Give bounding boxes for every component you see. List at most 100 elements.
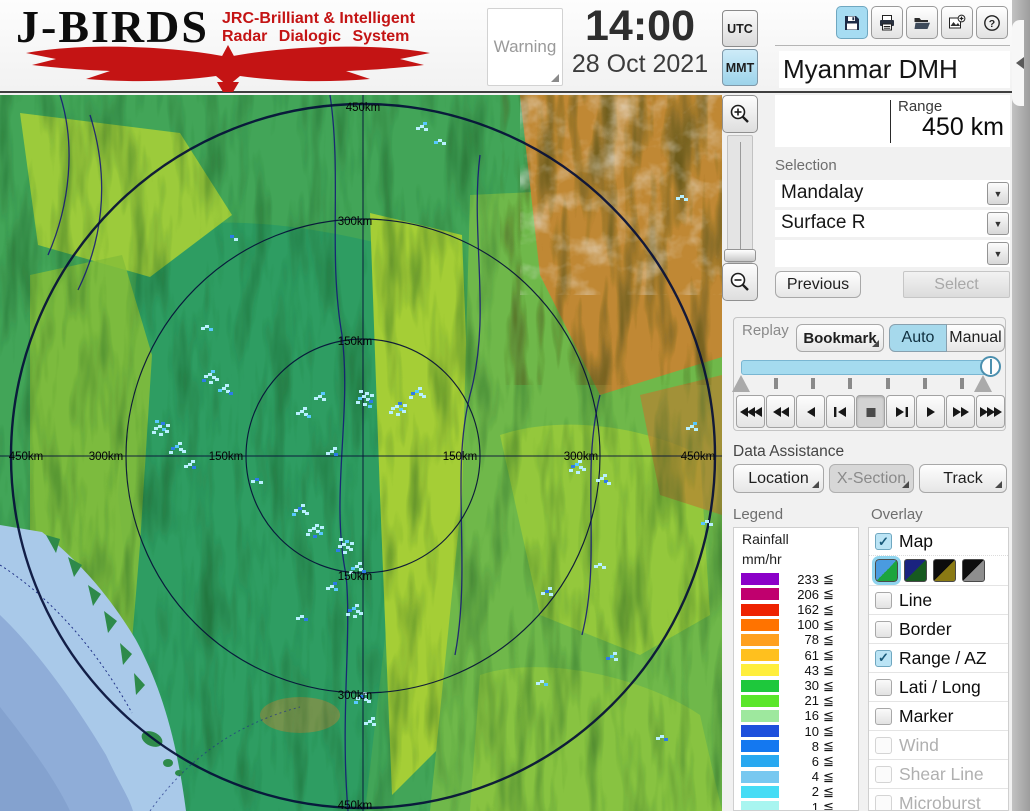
overlay-item-label: Border xyxy=(899,618,952,639)
play-button[interactable] xyxy=(916,395,945,428)
precipitation-cell xyxy=(209,328,213,331)
checkbox-line[interactable] xyxy=(875,591,892,609)
replay-slider-handle[interactable] xyxy=(980,356,1001,377)
replay-slider-track[interactable] xyxy=(741,360,993,375)
option-dropdown-button[interactable]: ▼ xyxy=(987,242,1009,265)
range-ring-label: 300km xyxy=(89,451,124,463)
fast-forward-2-button[interactable] xyxy=(946,395,975,428)
warning-button[interactable]: Warning xyxy=(487,8,563,86)
manual-button[interactable]: Manual xyxy=(947,324,1005,352)
checkbox-range-az[interactable]: ✓ xyxy=(875,649,892,667)
legend-threshold-symbol: ≦ xyxy=(823,753,834,769)
range-ring-label: 450km xyxy=(9,451,44,463)
location-button[interactable]: Location xyxy=(733,464,824,493)
mmt-button[interactable]: MMT xyxy=(722,49,758,86)
map-style-swatch-1[interactable] xyxy=(872,556,901,585)
legend-row: 4 ≦ xyxy=(734,769,858,784)
previous-button[interactable]: Previous xyxy=(775,271,861,298)
overlay-item-label: Marker xyxy=(899,705,954,726)
precipitation-cell xyxy=(363,403,367,406)
stop-button[interactable] xyxy=(856,395,885,428)
zoom-slider-handle[interactable] xyxy=(724,249,756,262)
station-dropdown[interactable]: Mandalay ▼ xyxy=(775,180,1010,207)
bookmark-button[interactable]: Bookmark xyxy=(796,324,884,352)
station-name: Myanmar DMH xyxy=(779,51,1010,88)
header-separator xyxy=(775,45,1010,46)
product-dropdown[interactable]: Surface R ▼ xyxy=(775,210,1010,237)
checkbox-marker[interactable] xyxy=(875,707,892,725)
zoom-slider-track[interactable] xyxy=(727,135,753,263)
precipitation-cell xyxy=(694,428,698,431)
open-folder-icon xyxy=(914,17,930,29)
open-folder-button[interactable] xyxy=(906,6,938,39)
help-button[interactable]: ? xyxy=(976,6,1008,39)
legend-rows: 233 ≦ 206 ≦ 162 ≦ 100 ≦ 78 ≦ 61 ≦ 43 ≦ 3… xyxy=(734,571,858,810)
precipitation-cell xyxy=(204,375,208,378)
replay-range-start-marker[interactable] xyxy=(732,375,750,392)
legend-row: 2 ≦ xyxy=(734,784,858,799)
add-image-button[interactable] xyxy=(941,6,973,39)
precipitation-cell xyxy=(701,522,705,525)
zoom-out-button[interactable] xyxy=(722,263,758,301)
overlay-row-map: ✓ Map xyxy=(869,528,1008,555)
precipitation-cell xyxy=(359,390,363,393)
precipitation-cell xyxy=(178,442,182,445)
legend-color-swatch xyxy=(741,709,779,722)
track-button[interactable]: Track xyxy=(919,464,1007,493)
chevron-down-icon: ▼ xyxy=(993,188,1003,199)
save-button[interactable] xyxy=(836,6,868,39)
print-button[interactable] xyxy=(871,6,903,39)
precipitation-cell xyxy=(234,238,238,241)
replay-range-end-marker[interactable] xyxy=(974,375,992,392)
step-back-button[interactable] xyxy=(826,395,855,428)
legend-row: 233 ≦ xyxy=(734,571,858,587)
play-reverse-button[interactable] xyxy=(796,395,825,428)
print-icon xyxy=(880,14,894,30)
clock-time: 14:00 xyxy=(585,2,695,50)
product-dropdown-button[interactable]: ▼ xyxy=(987,212,1009,235)
option-dropdown[interactable]: ▼ xyxy=(775,240,1010,267)
map-style-swatch-2[interactable] xyxy=(904,559,927,582)
precipitation-cell xyxy=(582,468,586,471)
utc-button[interactable]: UTC xyxy=(722,10,758,47)
overlay-item-label: Wind xyxy=(899,734,939,755)
clock: 14:00 28 Oct 2021 xyxy=(565,2,715,79)
step-forward-button[interactable] xyxy=(886,395,915,428)
auto-button[interactable]: Auto xyxy=(889,324,947,352)
zoom-in-icon xyxy=(730,104,749,123)
legend-value: 6 xyxy=(811,753,819,769)
zoom-in-button[interactable] xyxy=(722,95,758,133)
x-section-button[interactable]: X-Section xyxy=(829,464,914,493)
precipitation-cell xyxy=(569,469,573,472)
legend-value: 30 xyxy=(804,678,819,693)
precipitation-cell xyxy=(549,593,553,596)
select-button[interactable]: Select xyxy=(903,271,1010,298)
precipitation-cell xyxy=(182,450,186,453)
checkbox-border[interactable] xyxy=(875,620,892,638)
map-style-swatch-3[interactable] xyxy=(933,559,956,582)
legend-value: 100 xyxy=(797,617,819,633)
checkbox-lati-long[interactable] xyxy=(875,678,892,696)
radar-map[interactable]: 450km 300km 150km 150km 300km 450km 450km 300km… xyxy=(0,94,722,811)
precipitation-cell xyxy=(211,370,215,373)
replay-slider-ticks xyxy=(741,378,993,392)
fast-rewind-3-icon xyxy=(739,406,762,417)
checkbox-map[interactable]: ✓ xyxy=(875,533,892,550)
map-style-swatch-4[interactable] xyxy=(962,559,985,582)
precipitation-cell xyxy=(330,585,334,588)
precipitation-cell xyxy=(358,562,362,565)
precipitation-cell xyxy=(318,395,322,398)
header: J-BIRDS JRC-Brilliant & Intelligent Rada… xyxy=(0,0,1030,93)
precipitation-cell xyxy=(259,481,263,484)
panel-edge-scrollbar[interactable] xyxy=(1012,0,1030,811)
radar-map-display[interactable]: 450km 300km 150km 150km 300km 450km 450km 300km… xyxy=(0,94,722,811)
precipitation-cell xyxy=(705,520,709,523)
fast-rewind-2-button[interactable] xyxy=(766,395,795,428)
precipitation-cell xyxy=(208,373,212,376)
fast-rewind-3-button[interactable] xyxy=(736,395,765,428)
station-dropdown-button[interactable]: ▼ xyxy=(987,182,1009,205)
precipitation-cell xyxy=(359,612,363,615)
slider-tick xyxy=(811,378,816,389)
legend-color-swatch xyxy=(741,801,779,810)
fast-forward-3-button[interactable] xyxy=(976,395,1005,428)
